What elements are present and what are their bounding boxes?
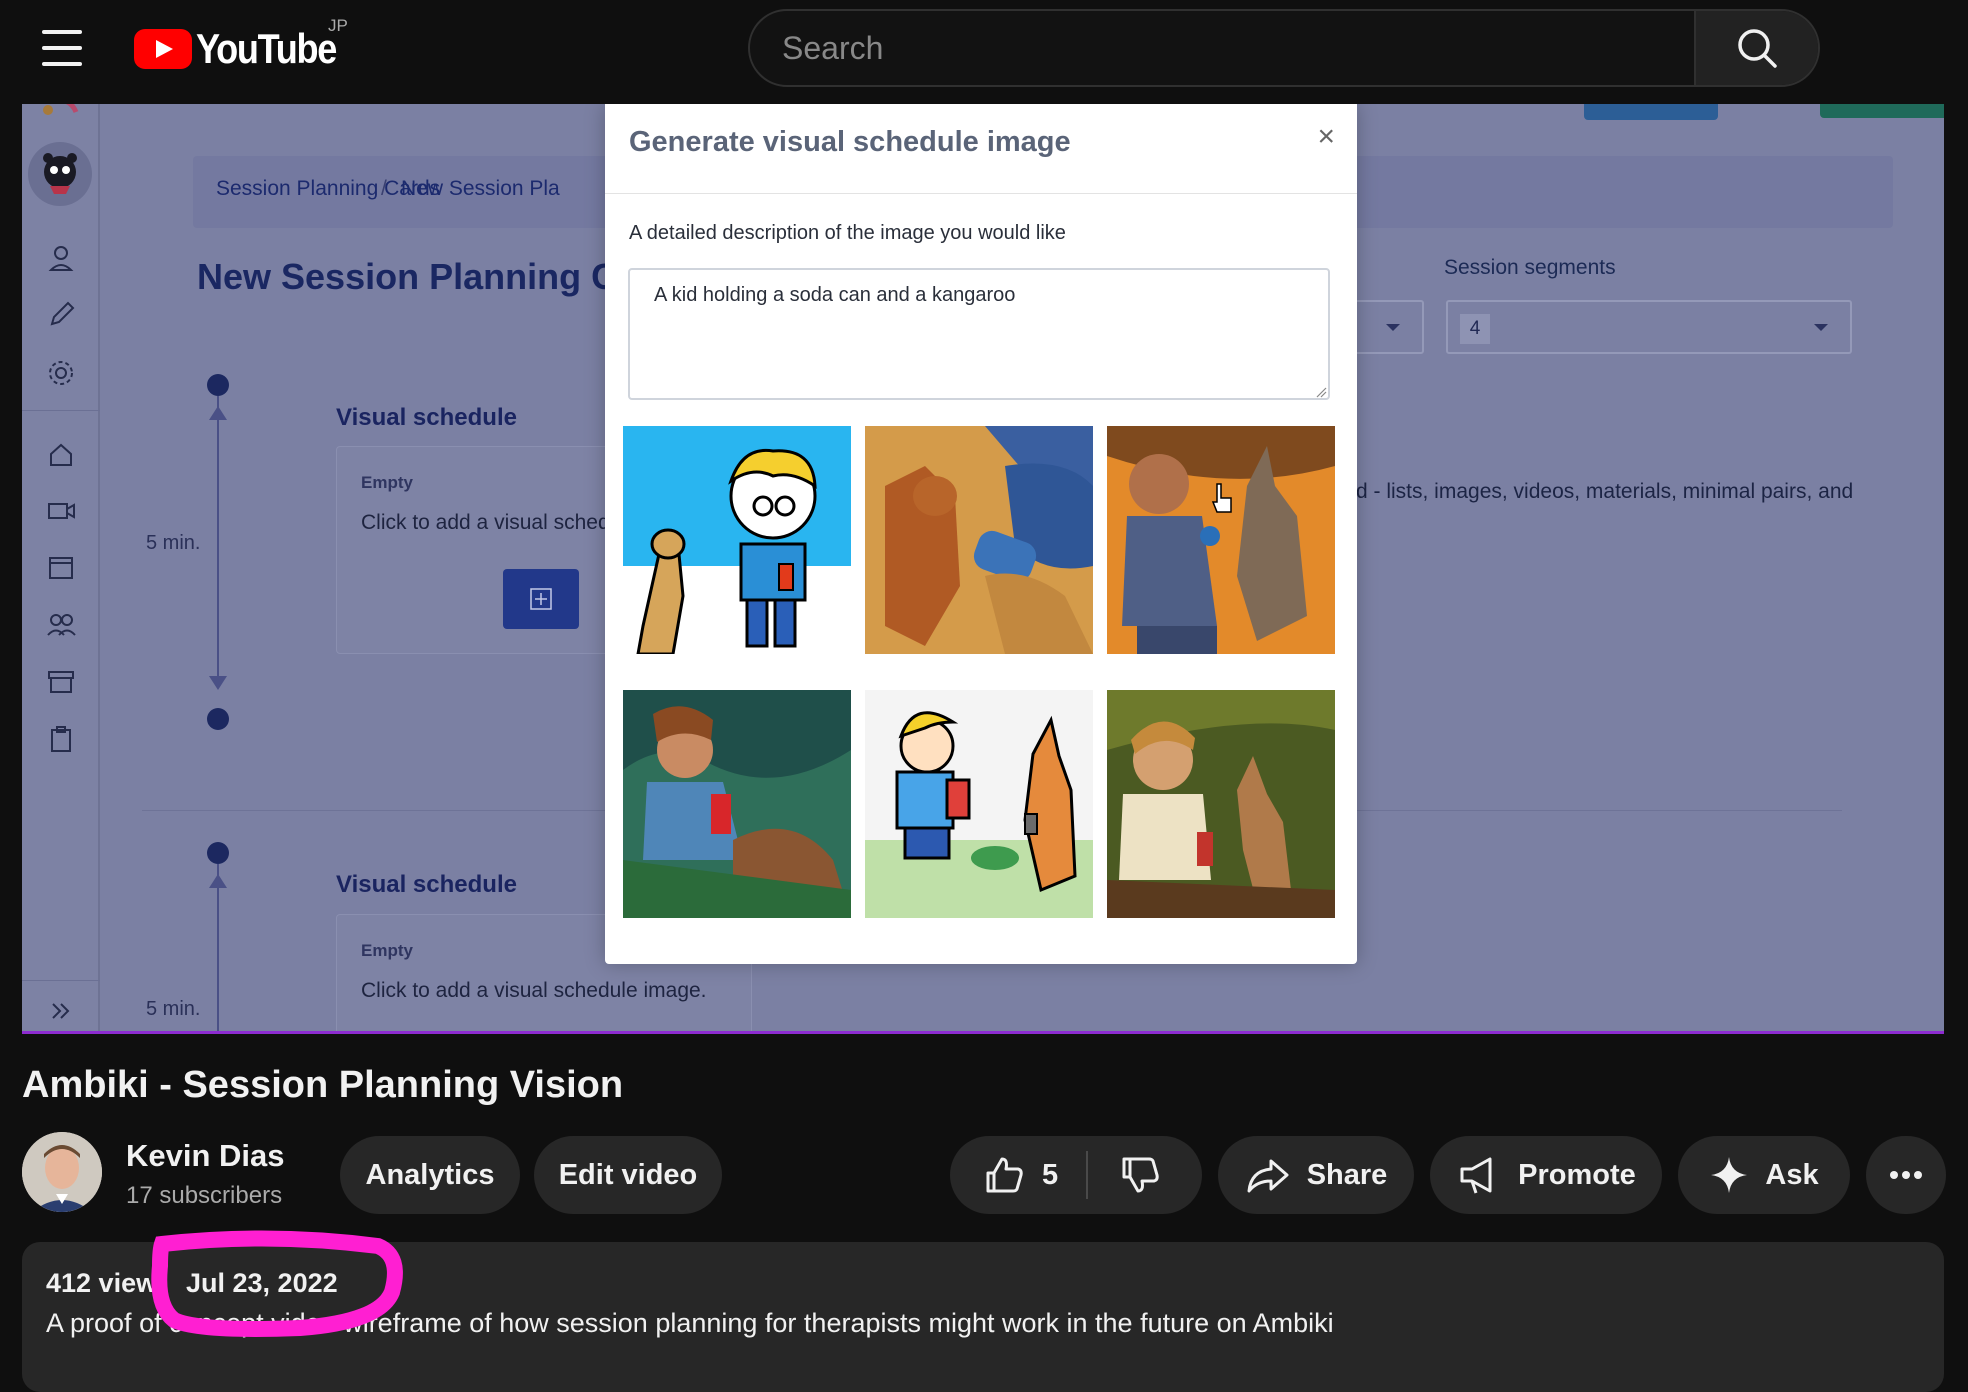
like-count: 5 [1042,1158,1059,1191]
calendar-icon[interactable] [44,550,78,584]
promote-label: Promote [1518,1158,1636,1191]
more-horizontal-icon [1890,1171,1922,1179]
more-actions-button[interactable] [1866,1136,1946,1214]
home-icon[interactable] [44,438,78,472]
menu-icon[interactable] [42,30,82,66]
sidebar-divider [22,410,100,411]
share-label: Share [1306,1158,1388,1191]
generated-image-1[interactable] [623,426,851,654]
description-text: A proof of concept video wireframe of ho… [46,1308,1334,1338]
generated-image-4[interactable] [623,690,851,918]
cursor-hand-icon [1211,483,1232,513]
empty-label: Empty [361,473,413,492]
add-image-hint: Click to add a visual schedul [361,511,626,534]
sparkle-icon [1711,1157,1748,1193]
like-button[interactable]: 5 [982,1153,1058,1197]
breadcrumb-separator: / [381,177,387,200]
add-image-button[interactable] [503,569,579,629]
chevron-double-right-icon[interactable] [44,994,78,1028]
page-title: New Session Planning Card [197,256,674,297]
visual-schedule-title: Visual schedule [336,871,517,898]
generate-image-modal: Generate visual schedule image × A detai… [605,104,1357,964]
arrow-down-icon [209,676,227,690]
empty-label: Empty [361,941,413,960]
close-icon[interactable]: × [1317,120,1335,154]
segments-label: Session segments [1444,256,1616,279]
timeline-dot [207,708,229,730]
gear-icon[interactable] [44,356,78,390]
share-button[interactable]: Share [1218,1136,1414,1214]
app-sidebar [22,104,100,1031]
like-divider [1086,1151,1089,1199]
chevron-down-icon [1814,324,1828,331]
generated-image-2[interactable] [865,426,1093,654]
search-icon [1738,29,1777,68]
sidebar-divider-bottom [22,980,100,981]
timeline-dot [207,374,229,396]
pencil-icon[interactable] [44,298,78,332]
archive-icon[interactable] [44,664,78,698]
timeline-dot [207,842,229,864]
user-avatar-icon[interactable] [28,142,92,206]
info-text: d - lists, images, videos, materials, mi… [1356,480,1854,503]
visual-schedule-title: Visual schedule [336,404,517,431]
video-title: Ambiki - Session Planning Vision [22,1064,624,1106]
avatar[interactable] [22,1132,102,1212]
thumbs-up-icon [986,1157,1023,1193]
segments-value: 4 [1460,314,1490,344]
megaphone-icon [1460,1157,1492,1194]
thumbs-down-icon [1122,1157,1159,1193]
video-player[interactable]: Session Planning Cards / New Session Pla… [22,104,1944,1034]
generated-image-3[interactable] [1107,426,1335,654]
breadcrumb-item[interactable]: New Session Pla [401,177,560,201]
description-box[interactable]: 412 view Jul 23, 2022 A proof of concept… [22,1242,1944,1392]
region-code: JP [328,16,348,35]
modal-title: Generate visual schedule image [629,126,1071,158]
play-icon [134,29,192,69]
duration-label: 5 min. [146,998,201,1020]
timeline-line [217,396,219,676]
ask-button[interactable]: Ask [1678,1136,1850,1214]
add-image-hint: Click to add a visual schedule image. [361,979,707,1002]
clipboard-icon[interactable] [44,722,78,756]
blue-action-button[interactable] [1584,104,1718,120]
description-label: A detailed description of the image you … [629,222,1066,244]
generated-image-5[interactable] [865,690,1093,918]
generated-image-6[interactable] [1107,690,1335,918]
edit-video-button[interactable]: Edit video [534,1136,722,1214]
timeline-line [217,864,219,1031]
analytics-button[interactable]: Analytics [340,1136,520,1214]
app-logo-icon [43,104,79,115]
image-prompt-field[interactable]: A kid holding a soda can and a kangaroo [628,268,1330,400]
like-dislike-group: 5 [950,1136,1202,1214]
dislike-button[interactable] [1118,1153,1178,1197]
promote-button[interactable]: Promote [1430,1136,1662,1214]
upload-date: Jul 23, 2022 [186,1268,338,1298]
segments-select[interactable]: 4 [1446,300,1852,354]
search-button[interactable] [1694,11,1818,85]
search-input[interactable] [750,11,1718,85]
group-icon[interactable] [44,608,78,642]
share-icon [1247,1159,1289,1193]
channel-name[interactable]: Kevin Dias [126,1138,285,1174]
logo-text: YouTube [196,25,337,72]
person-icon[interactable] [44,242,78,276]
arrow-up-icon [209,406,227,420]
resize-handle-icon[interactable] [1315,386,1327,398]
youtube-logo[interactable]: YouTube JP [134,16,359,74]
view-count: 412 view [46,1268,158,1298]
search-bar [748,9,1820,87]
green-action-button[interactable] [1820,104,1944,118]
plus-square-icon [530,588,552,610]
chevron-down-icon [1386,324,1400,331]
ask-label: Ask [1765,1158,1819,1191]
subscriber-count: 17 subscribers [126,1182,283,1209]
masthead: YouTube JP [0,0,1968,104]
video-icon[interactable] [44,494,78,528]
modal-header: Generate visual schedule image × [605,104,1357,194]
duration-label: 5 min. [146,532,201,554]
arrow-up-icon [209,874,227,888]
